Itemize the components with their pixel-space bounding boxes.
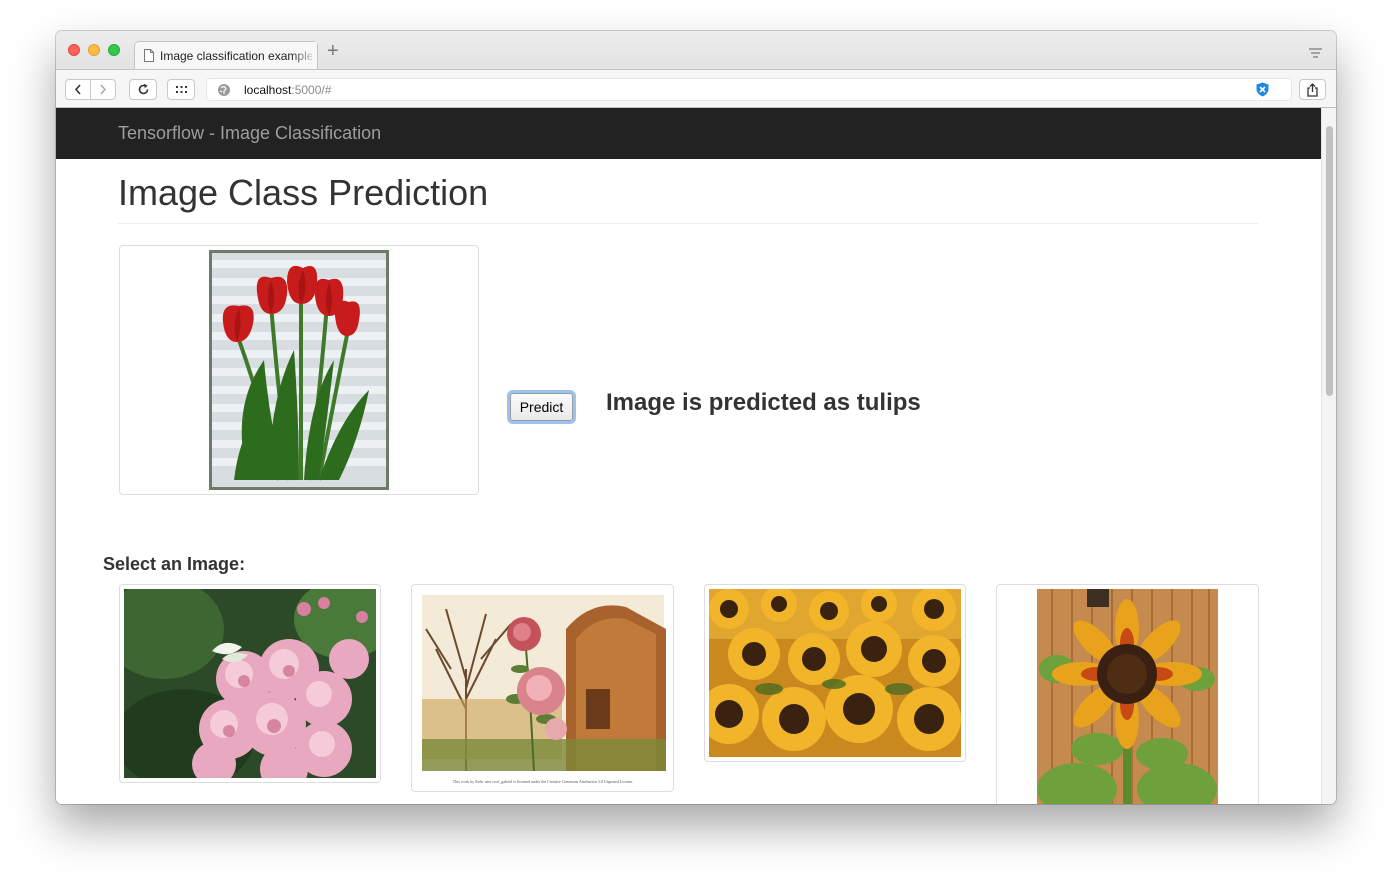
- vertical-scrollbar[interactable]: [1321, 108, 1336, 804]
- single-sunflower-image: [1037, 589, 1218, 804]
- tab-active[interactable]: Image classification example: [134, 41, 318, 70]
- url-text[interactable]: localhost:5000/#: [244, 83, 331, 97]
- share-icon: [1307, 82, 1318, 97]
- speed-dial-button[interactable]: [167, 79, 195, 100]
- close-window-button[interactable]: [68, 44, 80, 56]
- minimize-window-button[interactable]: [88, 44, 100, 56]
- navbar-brand[interactable]: Tensorflow - Image Classification: [118, 123, 381, 144]
- back-button[interactable]: [65, 79, 91, 100]
- forward-button[interactable]: [90, 79, 116, 100]
- back-arrow-icon: [74, 84, 81, 95]
- new-tab-button[interactable]: +: [327, 41, 339, 61]
- predict-button[interactable]: Predict: [510, 393, 573, 421]
- pink-roses-image: [124, 589, 376, 778]
- tab-bar: Image classification example +: [56, 31, 1336, 70]
- page-title: Image Class Prediction: [118, 172, 489, 213]
- toolbar: localhost:5000/#: [56, 69, 1336, 108]
- divider: [118, 223, 1258, 224]
- tulip-image: [209, 250, 389, 490]
- reload-button[interactable]: [129, 79, 157, 100]
- sunflower-field-image: [709, 589, 961, 757]
- zoom-window-button[interactable]: [108, 44, 120, 56]
- shield-icon[interactable]: [1256, 82, 1269, 97]
- rose-painting-image: This work by flickr user cool_gabriel is…: [416, 589, 670, 787]
- prediction-result: Image is predicted as tulips: [606, 389, 921, 416]
- gallery-image-sunflower-field[interactable]: [704, 584, 966, 762]
- scrollbar-thumb[interactable]: [1326, 126, 1333, 396]
- gallery-image-pink-roses[interactable]: [119, 584, 381, 783]
- gallery-image-rose-painting[interactable]: This work by flickr user cool_gabriel is…: [411, 584, 674, 792]
- document-icon: [144, 49, 154, 62]
- reload-icon: [138, 83, 148, 95]
- tab-menu-icon[interactable]: [1309, 48, 1322, 59]
- painting-caption: This work by flickr user cool_gabriel is…: [453, 779, 634, 784]
- navbar: Tensorflow - Image Classification: [56, 108, 1321, 159]
- selected-image-thumbnail: [119, 245, 479, 495]
- browser-window: Image classification example + localhost…: [56, 31, 1336, 804]
- grid-icon: [175, 85, 187, 93]
- site-info-icon[interactable]: [217, 83, 231, 97]
- forward-arrow-icon: [100, 84, 107, 95]
- share-button[interactable]: [1299, 79, 1326, 100]
- select-image-label: Select an Image:: [103, 554, 246, 574]
- gallery-image-single-sunflower[interactable]: [996, 584, 1259, 804]
- web-page: Tensorflow - Image Classification Image …: [56, 108, 1321, 804]
- address-bar[interactable]: localhost:5000/#: [206, 78, 1321, 101]
- tab-title: Image classification example: [160, 49, 312, 63]
